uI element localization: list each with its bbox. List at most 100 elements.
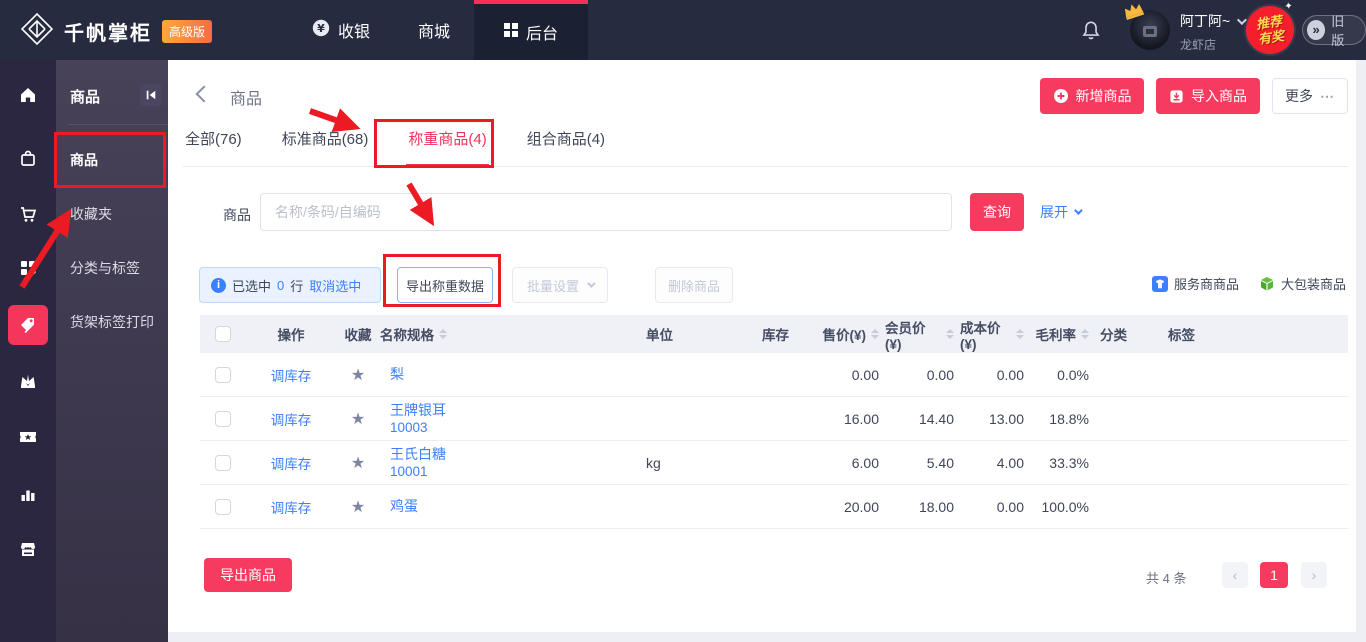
breadcrumb: 商品 <box>230 85 262 109</box>
product-name-link[interactable]: 王氏白糖10001 <box>390 446 446 480</box>
prev-page-button[interactable]: ‹ <box>1222 562 1248 588</box>
user-name[interactable]: 阿丁阿~ <box>1180 11 1244 31</box>
more-button[interactable]: 更多 ⋯ <box>1272 78 1348 114</box>
service-provider-products-link[interactable]: 服务商商品 <box>1152 274 1239 293</box>
product-name-link[interactable]: 鸡蛋 <box>390 498 418 515</box>
selection-bar: i 已选中 0 行 取消选中 <box>199 267 381 303</box>
adjust-stock-link[interactable]: 调库存 <box>271 453 312 473</box>
cost-price-cell: 0.00 <box>960 367 1030 383</box>
shirt-icon <box>1152 276 1168 292</box>
search-input[interactable] <box>260 193 952 231</box>
table-row: 调库存 ★ 鸡蛋 20.00 18.00 0.00 100.0% <box>200 485 1348 529</box>
sidebar-submenu: 商品 商品 收藏夹 分类与标签 货架标签打印 <box>56 60 168 642</box>
export-weighing-data-button[interactable]: 导出称重数据 <box>397 267 493 303</box>
tab-weighing[interactable]: 称重商品(4) <box>406 122 488 167</box>
adjust-stock-link[interactable]: 调库存 <box>271 365 312 385</box>
legacy-version-button[interactable]: » 旧版 <box>1302 15 1366 45</box>
sort-icon[interactable] <box>946 329 954 339</box>
row-checkbox[interactable] <box>215 411 231 427</box>
bulk-package-products-link[interactable]: 大包装商品 <box>1259 274 1346 293</box>
favorite-star-icon[interactable]: ★ <box>351 453 365 473</box>
nav-mall[interactable]: 商城 <box>394 0 474 60</box>
delete-product-button[interactable]: 删除商品 <box>655 267 733 303</box>
tab-combo[interactable]: 组合商品(4) <box>525 122 607 167</box>
price-cell: 0.00 <box>795 367 885 383</box>
total-count: 共 4 条 <box>1146 568 1186 587</box>
chevron-down-icon <box>1074 206 1082 214</box>
main-content: 商品 新增商品 导入商品 更多 ⋯ 全部(76) 标准商品(68) 称重商品(4… <box>168 60 1356 632</box>
cost-price-cell: 13.00 <box>960 411 1030 427</box>
cancel-selection-link[interactable]: 取消选中 <box>309 276 361 295</box>
header-name: 名称规格 <box>380 324 640 344</box>
submenu-title: 商品 <box>70 86 100 107</box>
query-button[interactable]: 查询 <box>970 193 1024 231</box>
apps-icon[interactable] <box>8 248 48 288</box>
sidebar-item-shelf-label-print[interactable]: 货架标签打印 <box>70 310 154 334</box>
next-page-button[interactable]: › <box>1301 562 1327 588</box>
page-number[interactable]: 1 <box>1260 562 1288 588</box>
stats-icon[interactable] <box>8 474 48 514</box>
header-price: 售价(¥) <box>795 324 885 344</box>
package-icon <box>1259 276 1275 292</box>
store-icon[interactable] <box>8 529 48 569</box>
table-row: 调库存 ★ 王氏白糖10001 kg 6.00 5.40 4.00 33.3% <box>200 441 1348 485</box>
collapse-sidebar-icon[interactable] <box>140 84 162 106</box>
table-row: 调库存 ★ 梨 0.00 0.00 0.00 0.0% <box>200 353 1348 397</box>
table-row: 调库存 ★ 王牌银耳10003 16.00 14.40 13.00 18.8% <box>200 397 1348 441</box>
cart-icon[interactable] <box>8 194 48 234</box>
nav-backend[interactable]: 后台 <box>474 0 588 60</box>
crown-icon[interactable] <box>8 361 48 401</box>
product-name-link[interactable]: 梨 <box>390 366 404 383</box>
member-price-cell: 0.00 <box>885 367 960 383</box>
avatar[interactable] <box>1130 10 1170 50</box>
referral-reward-badge[interactable]: 推荐 有奖 ✦ <box>1243 3 1297 57</box>
coupon-icon[interactable] <box>8 417 48 457</box>
brand: 千帆掌柜 高级版 <box>20 12 212 51</box>
cost-price-cell: 0.00 <box>960 499 1030 515</box>
member-price-cell: 14.40 <box>885 411 960 427</box>
tags-icon[interactable] <box>8 305 48 345</box>
tab-standard[interactable]: 标准商品(68) <box>280 122 371 167</box>
tab-all[interactable]: 全部(76) <box>183 122 244 167</box>
margin-cell: 33.3% <box>1030 455 1095 471</box>
brand-logo-icon <box>20 12 54 51</box>
price-cell: 6.00 <box>795 455 885 471</box>
favorite-star-icon[interactable]: ★ <box>351 497 365 517</box>
expand-link[interactable]: 展开 <box>1040 202 1080 222</box>
product-name-link[interactable]: 王牌银耳10003 <box>390 402 446 436</box>
sidebar-item-products[interactable]: 商品 <box>70 148 98 172</box>
header-margin: 毛利率 <box>1030 324 1095 344</box>
favorite-star-icon[interactable]: ★ <box>351 409 365 429</box>
adjust-stock-link[interactable]: 调库存 <box>271 497 312 517</box>
sidebar-item-categories-tags[interactable]: 分类与标签 <box>70 256 140 280</box>
export-products-button[interactable]: 导出商品 <box>204 558 292 592</box>
svg-text:¥: ¥ <box>317 22 325 35</box>
product-table: 操作 收藏 名称规格 单位 库存 售价(¥) 会员价(¥) 成本价(¥) 毛利率… <box>200 315 1348 529</box>
sort-icon[interactable] <box>871 329 879 339</box>
select-all-checkbox[interactable] <box>215 326 231 342</box>
row-checkbox[interactable] <box>215 499 231 515</box>
row-checkbox[interactable] <box>215 455 231 471</box>
top-nav: ¥ 收银 商城 后台 <box>288 0 588 60</box>
sort-icon[interactable] <box>1081 329 1089 339</box>
price-cell: 20.00 <box>795 499 885 515</box>
add-product-button[interactable]: 新增商品 <box>1040 78 1144 114</box>
favorite-star-icon[interactable]: ★ <box>351 365 365 385</box>
sort-icon[interactable] <box>1016 329 1024 339</box>
bag-icon[interactable] <box>8 138 48 178</box>
header-category: 分类 <box>1095 324 1160 344</box>
home-icon[interactable] <box>8 75 48 115</box>
info-icon: i <box>211 278 226 293</box>
batch-settings-button[interactable]: 批量设置 <box>512 267 608 303</box>
sort-icon[interactable] <box>439 329 447 339</box>
cost-price-cell: 4.00 <box>960 455 1030 471</box>
back-icon[interactable] <box>196 86 213 103</box>
row-checkbox[interactable] <box>215 367 231 383</box>
nav-cashier[interactable]: ¥ 收银 <box>288 0 394 60</box>
sidebar-item-favorites[interactable]: 收藏夹 <box>70 202 112 226</box>
import-product-button[interactable]: 导入商品 <box>1156 78 1260 114</box>
notification-bell-icon[interactable] <box>1080 19 1102 46</box>
sparkle-icon: ✦ <box>1284 0 1294 15</box>
adjust-stock-link[interactable]: 调库存 <box>271 409 312 429</box>
member-price-cell: 18.00 <box>885 499 960 515</box>
